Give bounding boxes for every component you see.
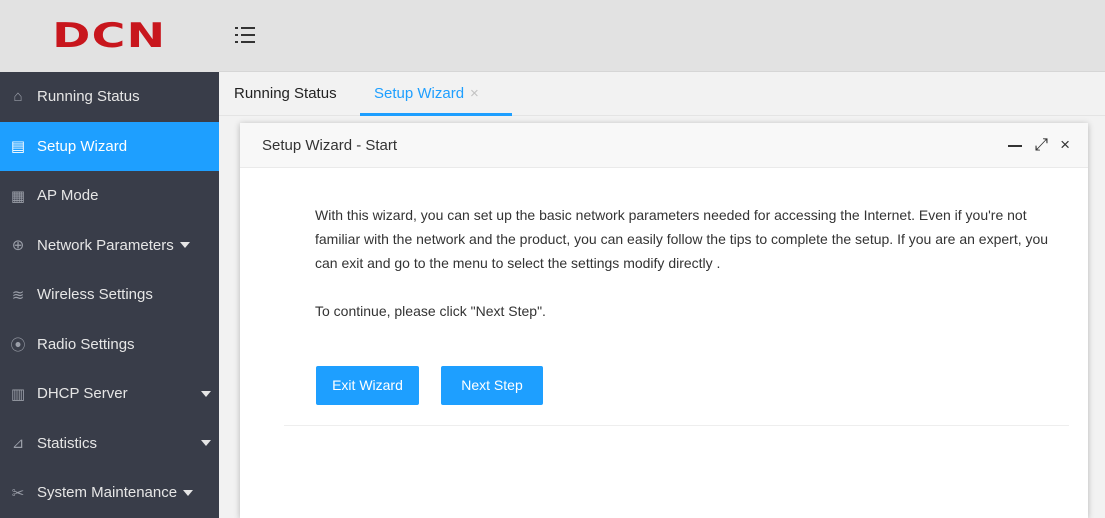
chevron-down-icon xyxy=(179,242,190,249)
exit-wizard-button[interactable]: Exit Wizard xyxy=(316,366,419,405)
logo-area: DCN xyxy=(0,0,219,72)
sidebar-item-label: Running Status xyxy=(37,88,140,106)
sidebar-item-label: DHCP Server xyxy=(37,385,128,403)
maximize-icon[interactable]: ⤢ xyxy=(1034,135,1048,155)
sidebar-item-label: Wireless Settings xyxy=(37,286,153,304)
close-icon[interactable]: × xyxy=(470,85,479,102)
setup-wizard-dialog: Setup Wizard - Start ⤢ × With this wizar… xyxy=(240,123,1088,518)
radio-icon: ⦿ xyxy=(10,336,26,354)
server-icon: ▥ xyxy=(10,385,26,403)
chevron-down-icon xyxy=(183,489,194,496)
sidebar-item-label: Statistics xyxy=(37,434,98,452)
sidebar: DCN ⌂ Running Status ▤ Setup Wizard ▦ AP… xyxy=(0,0,219,518)
brand-logo: DCN xyxy=(52,16,167,56)
sidebar-item-system-maintenance[interactable]: ✂ System Maintenance xyxy=(0,468,219,518)
tab-setup-wizard[interactable]: Setup Wizard × xyxy=(360,72,512,116)
sidebar-item-label: Network Parameters xyxy=(37,236,174,254)
tab-running-status[interactable]: Running Status xyxy=(234,72,337,116)
sidebar-item-label: AP Mode xyxy=(37,187,99,205)
next-step-button[interactable]: Next Step xyxy=(441,366,543,405)
sidebar-item-label: System Maintenance xyxy=(37,484,178,502)
dialog-body: With this wizard, you can set up the bas… xyxy=(315,203,1060,347)
dialog-title: Setup Wizard - Start xyxy=(262,137,398,154)
top-header xyxy=(219,0,1105,72)
sidebar-item-label: Radio Settings xyxy=(37,335,135,353)
dialog-controls: ⤢ × xyxy=(1008,135,1070,155)
tab-label: Setup Wizard xyxy=(374,85,465,102)
chart-icon: ⊿ xyxy=(11,435,25,453)
menu-toggle-icon[interactable] xyxy=(235,26,255,44)
chevron-down-icon xyxy=(201,390,211,397)
tab-bar: Running Status Setup Wizard × xyxy=(219,72,1105,116)
sidebar-item-radio-settings[interactable]: ⦿ Radio Settings xyxy=(0,320,219,370)
sidebar-item-ap-mode[interactable]: ▦ AP Mode xyxy=(0,171,219,221)
continue-text: To continue, please click "Next Step". xyxy=(315,303,546,319)
dialog-header: Setup Wizard - Start ⤢ × xyxy=(240,123,1088,168)
sidebar-item-statistics[interactable]: ⊿ Statistics xyxy=(0,419,219,469)
close-icon[interactable]: × xyxy=(1060,135,1070,155)
ap-mode-icon: ▦ xyxy=(10,187,26,205)
wifi-icon: ≋ xyxy=(11,286,25,304)
sidebar-item-label: Setup Wizard xyxy=(37,137,128,155)
sidebar-item-network-parameters[interactable]: ⊕ Network Parameters xyxy=(0,221,219,271)
sidebar-item-wireless-settings[interactable]: ≋ Wireless Settings xyxy=(0,270,219,320)
home-icon: ⌂ xyxy=(13,88,23,106)
minimize-icon[interactable] xyxy=(1008,145,1023,147)
sidebar-item-dhcp-server[interactable]: ▥ DHCP Server xyxy=(0,369,219,419)
sidebar-item-running-status[interactable]: ⌂ Running Status xyxy=(0,72,219,122)
sidebar-item-setup-wizard[interactable]: ▤ Setup Wizard xyxy=(0,121,219,171)
setup-wizard-icon: ▤ xyxy=(10,138,26,156)
globe-icon: ⊕ xyxy=(11,237,25,255)
divider xyxy=(284,425,1069,426)
tools-icon: ✂ xyxy=(11,484,25,502)
chevron-down-icon xyxy=(201,440,211,447)
intro-text: With this wizard, you can set up the bas… xyxy=(315,207,1049,271)
